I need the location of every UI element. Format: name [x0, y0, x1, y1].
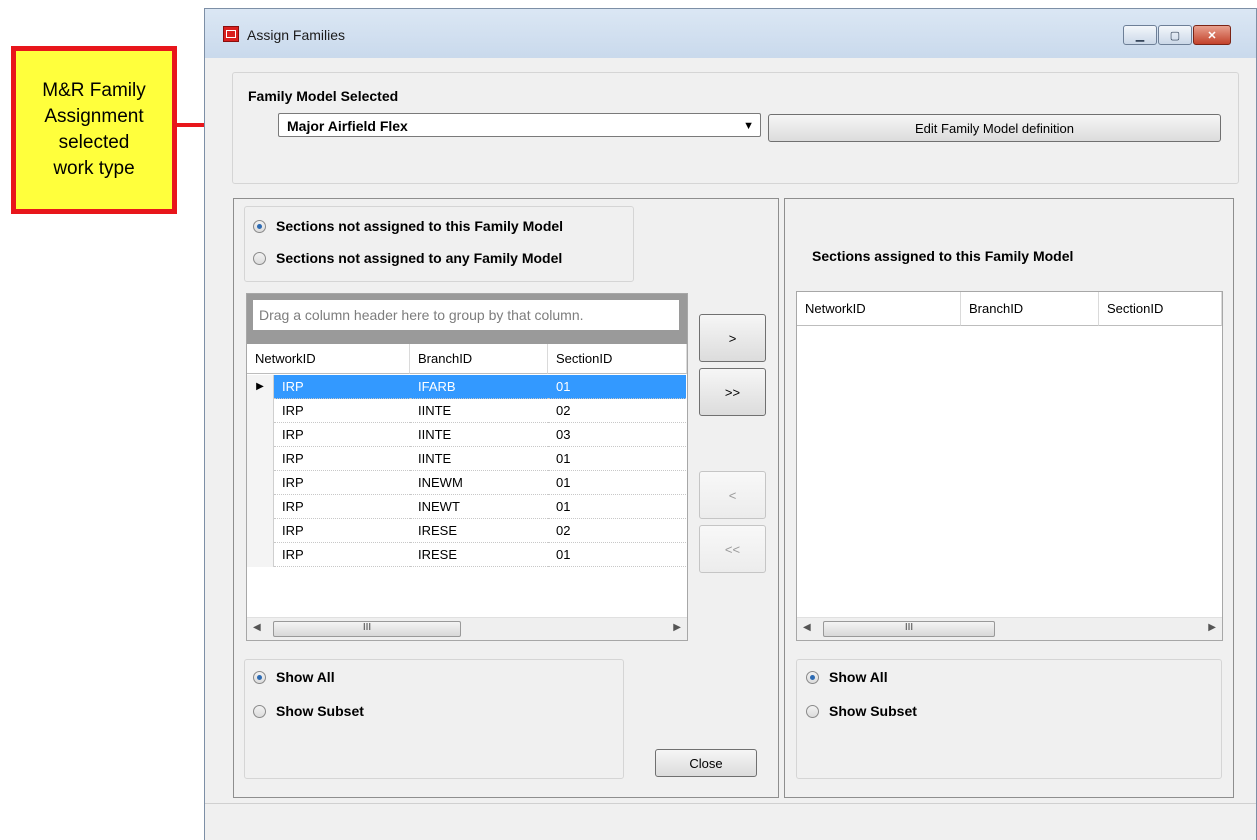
row-selector: [247, 423, 274, 447]
row-selector: [247, 471, 274, 495]
radio-not-assigned-any-model[interactable]: Sections not assigned to any Family Mode…: [253, 250, 562, 266]
remove-all-button[interactable]: <<: [699, 525, 766, 573]
radio-label: Show All: [829, 669, 888, 685]
scroll-thumb[interactable]: III: [273, 621, 461, 637]
radio-unselected-icon: [253, 704, 266, 718]
left-radio-show-subset[interactable]: Show Subset: [253, 703, 364, 719]
cell-branchid: IFARB: [410, 375, 548, 399]
cell-networkid: IRP: [274, 543, 410, 567]
add-all-button[interactable]: >>: [699, 368, 766, 416]
chevron-down-icon: ▼: [743, 120, 754, 132]
scroll-thumb[interactable]: III: [823, 621, 995, 637]
annotation-callout-text: M&R Family Assignment selected work type: [42, 80, 146, 179]
column-header-networkid[interactable]: NetworkID: [797, 292, 961, 326]
app-icon: [223, 26, 239, 42]
row-selector: [247, 399, 274, 423]
cell-branchid: IINTE: [410, 423, 548, 447]
row-pointer-icon: ▶: [247, 375, 274, 399]
close-button[interactable]: Close: [655, 749, 757, 777]
edit-family-model-button[interactable]: Edit Family Model definition: [768, 114, 1221, 142]
right-grid-horizontal-scrollbar[interactable]: ◀ III ▶: [797, 617, 1222, 640]
radio-not-assigned-this-model[interactable]: Sections not assigned to this Family Mod…: [253, 218, 563, 234]
row-selector: [247, 543, 274, 567]
family-model-selected-value: Major Airfield Flex: [287, 118, 408, 134]
radio-selected-icon: [253, 219, 266, 233]
scroll-right-icon[interactable]: ▶: [673, 622, 681, 633]
column-header-networkid[interactable]: NetworkID: [247, 344, 410, 374]
scroll-left-icon[interactable]: ◀: [803, 622, 811, 633]
cell-sectionid: 02: [548, 519, 686, 543]
cell-branchid: IRESE: [410, 519, 548, 543]
radio-selected-icon: [253, 670, 266, 684]
cell-networkid: IRP: [274, 423, 410, 447]
cell-branchid: INEWM: [410, 471, 548, 495]
cell-branchid: IRESE: [410, 543, 548, 567]
cell-branchid: IINTE: [410, 399, 548, 423]
radio-label: Show All: [276, 669, 335, 685]
family-model-dropdown[interactable]: Major Airfield Flex ▼: [278, 113, 761, 137]
column-header-branchid[interactable]: BranchID: [410, 344, 548, 374]
radio-label: Sections not assigned to any Family Mode…: [276, 250, 563, 266]
right-radio-show-subset[interactable]: Show Subset: [806, 703, 917, 719]
table-row[interactable]: IRP IINTE 03: [247, 423, 686, 447]
radio-unselected-icon: [253, 251, 266, 265]
table-row[interactable]: IRP IRESE 02: [247, 519, 686, 543]
window-title: Assign Families: [247, 27, 346, 43]
cell-networkid: IRP: [274, 471, 410, 495]
cell-branchid: IINTE: [410, 447, 548, 471]
radio-label: Sections not assigned to this Family Mod…: [276, 218, 564, 234]
table-row[interactable]: ▶ IRP IFARB 01: [247, 375, 686, 399]
add-selected-button[interactable]: >: [699, 314, 766, 362]
left-radio-show-all[interactable]: Show All: [253, 669, 335, 685]
row-selector: [247, 495, 274, 519]
table-row[interactable]: IRP IINTE 01: [247, 447, 686, 471]
assigned-sections-grid: NetworkID BranchID SectionID ◀ III ▶: [796, 291, 1223, 641]
right-radio-show-all[interactable]: Show All: [806, 669, 888, 685]
cell-branchid: INEWT: [410, 495, 548, 519]
scroll-right-icon[interactable]: ▶: [1208, 622, 1216, 633]
cell-sectionid: 01: [548, 471, 686, 495]
cell-sectionid: 01: [548, 543, 686, 567]
cell-sectionid: 01: [548, 495, 686, 519]
group-by-hint: Drag a column header here to group by th…: [253, 300, 679, 330]
row-selector: [247, 519, 274, 543]
maximize-button[interactable]: ▢: [1158, 25, 1192, 45]
table-row[interactable]: IRP INEWM 01: [247, 471, 686, 495]
group-by-area[interactable]: Drag a column header here to group by th…: [247, 294, 687, 344]
table-row[interactable]: IRP IINTE 02: [247, 399, 686, 423]
title-bar: Assign Families ▁ ▢ ✕: [205, 9, 1256, 59]
cell-sectionid: 01: [548, 447, 686, 471]
remove-selected-button[interactable]: <: [699, 471, 766, 519]
table-row[interactable]: IRP IRESE 01: [247, 543, 686, 567]
family-model-label: Family Model Selected: [248, 88, 399, 104]
radio-label: Show Subset: [276, 703, 364, 719]
left-grid-horizontal-scrollbar[interactable]: ◀ III ▶: [247, 617, 687, 640]
unassigned-sections-grid: Drag a column header here to group by th…: [246, 293, 688, 641]
cell-networkid: IRP: [274, 495, 410, 519]
cell-networkid: IRP: [274, 447, 410, 471]
radio-unselected-icon: [806, 704, 819, 718]
close-window-button[interactable]: ✕: [1193, 25, 1231, 45]
cell-networkid: IRP: [274, 399, 410, 423]
column-header-sectionid[interactable]: SectionID: [1099, 292, 1222, 326]
cell-networkid: IRP: [274, 375, 410, 399]
cell-sectionid: 01: [548, 375, 686, 399]
table-row[interactable]: IRP INEWT 01: [247, 495, 686, 519]
column-header-branchid[interactable]: BranchID: [961, 292, 1099, 326]
cell-networkid: IRP: [274, 519, 410, 543]
radio-selected-icon: [806, 670, 819, 684]
annotation-callout: M&R Family Assignment selected work type: [11, 46, 177, 214]
column-header-sectionid[interactable]: SectionID: [548, 344, 687, 374]
assigned-sections-title: Sections assigned to this Family Model: [812, 248, 1074, 264]
status-bar: [205, 803, 1256, 840]
row-selector: [247, 447, 274, 471]
cell-sectionid: 02: [548, 399, 686, 423]
scroll-left-icon[interactable]: ◀: [253, 622, 261, 633]
radio-label: Show Subset: [829, 703, 917, 719]
cell-sectionid: 03: [548, 423, 686, 447]
minimize-button[interactable]: ▁: [1123, 25, 1157, 45]
